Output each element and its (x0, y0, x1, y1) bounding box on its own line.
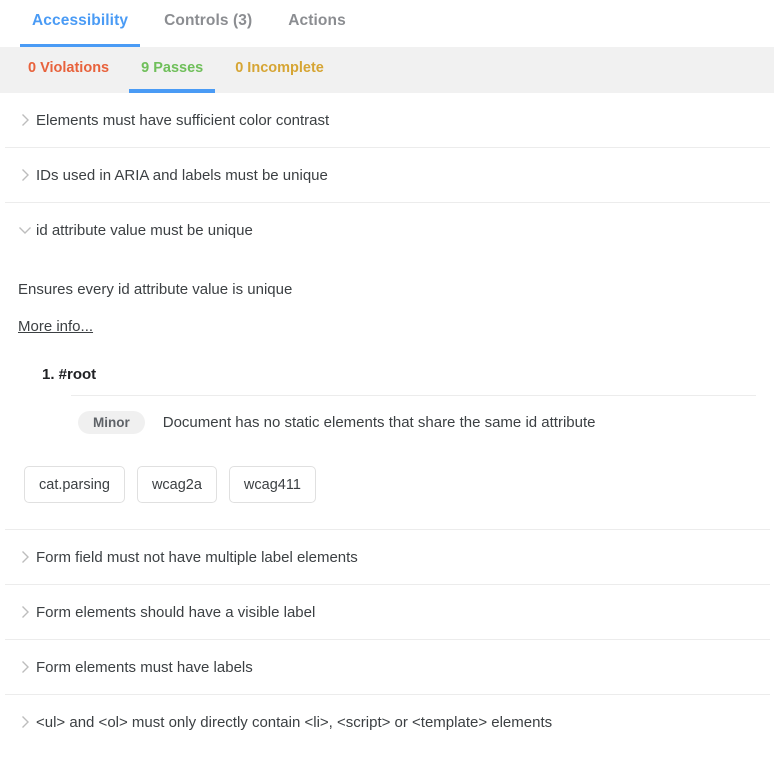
tab-accessibility-label: Accessibility (32, 12, 129, 29)
rule-title: <ul> and <ol> must only directly contain… (36, 713, 553, 731)
rule-row-expanded[interactable]: id attribute value must be unique (0, 203, 774, 257)
subtab-incomplete[interactable]: 0 Incomplete (219, 47, 340, 93)
subtab-passes[interactable]: 9 Passes (125, 47, 219, 93)
tag-chip[interactable]: wcag2a (136, 466, 217, 503)
rule-description: Ensures every id attribute value is uniq… (18, 281, 293, 298)
chevron-right-icon (14, 715, 36, 729)
node-selector-title: 1. #root (42, 366, 97, 383)
rule-title: Form elements must have labels (36, 658, 253, 676)
chevron-right-icon (14, 550, 36, 564)
rule-list: Elements must have sufficient color cont… (0, 93, 774, 749)
rule-title: IDs used in ARIA and labels must be uniq… (36, 166, 328, 184)
chevron-right-icon (14, 605, 36, 619)
subtab-violations[interactable]: 0 Violations (12, 47, 125, 93)
tab-actions-label: Actions (288, 12, 346, 29)
rule-row[interactable]: <ul> and <ol> must only directly contain… (0, 695, 774, 749)
result-filter-bar: 0 Violations 9 Passes 0 Incomplete (0, 47, 774, 93)
chevron-right-icon (14, 168, 36, 182)
affected-node-block: 1. #root Minor Document has no static el… (14, 366, 760, 434)
tab-accessibility[interactable]: Accessibility (14, 0, 146, 47)
rule-title: Form elements should have a visible labe… (36, 603, 316, 621)
rule-title: Form field must not have multiple label … (36, 548, 358, 566)
impact-message: Document has no static elements that sha… (162, 414, 596, 431)
rule-row[interactable]: Form field must not have multiple label … (0, 530, 774, 584)
subtab-passes-label: 9 Passes (141, 60, 204, 76)
more-info-link[interactable]: More info... (18, 318, 93, 335)
impact-row: Minor Document has no static elements th… (14, 396, 760, 434)
rule-title: Elements must have sufficient color cont… (36, 111, 330, 129)
tab-actions[interactable]: Actions (270, 0, 364, 47)
subtab-incomplete-label: 0 Incomplete (235, 60, 324, 76)
rule-title: id attribute value must be unique (36, 221, 253, 239)
rule-row[interactable]: Elements must have sufficient color cont… (0, 93, 774, 147)
chevron-right-icon (14, 660, 36, 674)
rule-row[interactable]: Form elements must have labels (0, 640, 774, 694)
subtab-violations-label: 0 Violations (28, 60, 110, 76)
chevron-down-icon (14, 225, 36, 235)
chevron-right-icon (14, 113, 36, 127)
tag-chip[interactable]: wcag411 (228, 466, 316, 503)
tab-controls[interactable]: Controls (3) (146, 0, 270, 47)
tag-chip[interactable]: cat.parsing (24, 466, 125, 503)
rule-row[interactable]: IDs used in ARIA and labels must be uniq… (0, 148, 774, 202)
impact-badge: Minor (78, 411, 145, 434)
tab-controls-label: Controls (3) (164, 12, 253, 29)
main-tab-bar: Accessibility Controls (3) Actions (0, 0, 774, 47)
rule-row[interactable]: Form elements should have a visible labe… (0, 585, 774, 639)
accessibility-panel: Accessibility Controls (3) Actions 0 Vio… (0, 0, 774, 760)
rule-detail-panel: Ensures every id attribute value is uniq… (0, 257, 774, 529)
detail-spacer (14, 503, 760, 525)
tag-chip-list: cat.parsing wcag2a wcag411 (14, 434, 760, 503)
